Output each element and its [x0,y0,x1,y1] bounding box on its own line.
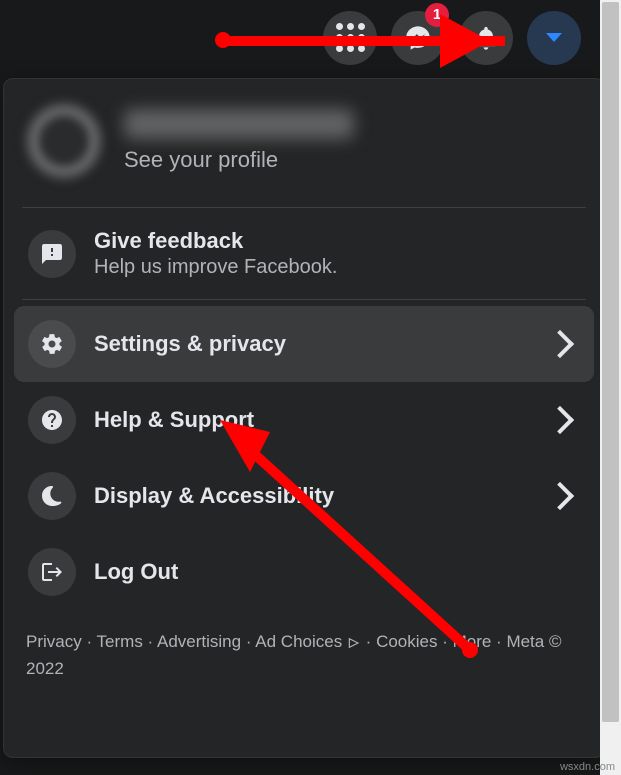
menu-display-accessibility[interactable]: Display & Accessibility [14,458,594,534]
footer-terms[interactable]: Terms [97,632,143,651]
menu-settings-privacy[interactable]: Settings & privacy [14,306,594,382]
footer-more[interactable]: More [453,632,492,651]
chevron-right-icon [546,482,574,510]
messenger-icon [404,24,432,52]
ad-choices-icon [347,636,361,650]
profile-subtext: See your profile [124,147,354,173]
display-title: Display & Accessibility [94,483,334,509]
account-menu-button[interactable] [527,11,581,65]
bell-icon [472,24,500,52]
apps-menu-button[interactable] [323,11,377,65]
profile-name-redacted [124,109,354,139]
scrollbar[interactable] [600,0,621,775]
caret-down-icon [546,33,562,42]
footer-cookies[interactable]: Cookies [376,632,437,651]
footer-advertising[interactable]: Advertising [157,632,241,651]
chevron-right-icon [546,406,574,434]
messenger-button[interactable]: 1 [391,11,445,65]
menu-give-feedback[interactable]: Give feedback Help us improve Facebook. [14,214,594,293]
account-dropdown-panel: See your profile Give feedback Help us i… [3,78,605,758]
help-title: Help & Support [94,407,254,433]
divider [22,299,586,300]
settings-title: Settings & privacy [94,331,286,357]
avatar [22,99,106,183]
gear-icon [28,320,76,368]
notifications-button[interactable] [459,11,513,65]
apps-grid-icon [336,23,365,52]
help-icon [28,396,76,444]
moon-icon [28,472,76,520]
topbar: 1 [0,0,621,75]
menu-log-out[interactable]: Log Out [14,534,594,610]
profile-link[interactable]: See your profile [14,89,594,201]
feedback-icon [28,230,76,278]
footer-links: Privacy · Terms · Advertising · Ad Choic… [14,610,594,682]
footer-ad-choices[interactable]: Ad Choices [255,632,342,651]
feedback-sub: Help us improve Facebook. [94,256,337,279]
feedback-title: Give feedback [94,228,337,254]
divider [22,207,586,208]
scrollbar-thumb[interactable] [602,2,619,722]
logout-icon [28,548,76,596]
notification-badge: 1 [425,3,449,27]
menu-help-support[interactable]: Help & Support [14,382,594,458]
logout-title: Log Out [94,559,178,585]
watermark: wsxdn.com [560,761,615,773]
chevron-right-icon [546,330,574,358]
footer-privacy[interactable]: Privacy [26,632,82,651]
